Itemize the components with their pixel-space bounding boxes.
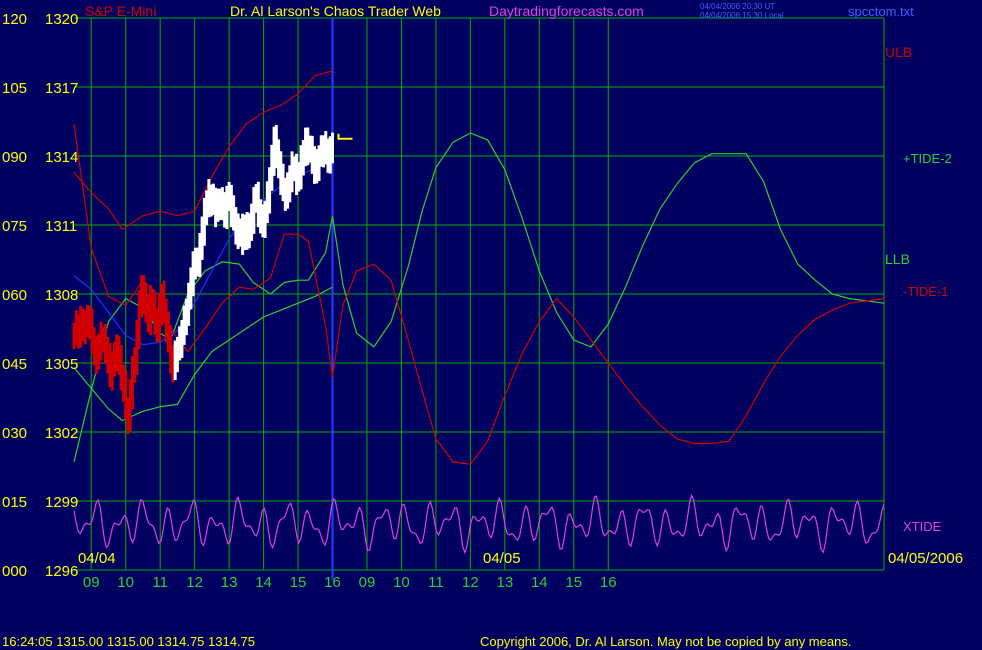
chart-title: Dr. Al Larson's Chaos Trader Web xyxy=(230,3,441,19)
date-label-middle: 04/05 xyxy=(483,550,521,567)
y-tick-index: 015 xyxy=(2,494,27,511)
y-tick-index: 105 xyxy=(2,80,27,97)
y-tick-price: 1299 xyxy=(45,494,78,511)
x-tick-label: 11 xyxy=(428,574,444,591)
y-tick-index: 000 xyxy=(2,563,27,580)
y-tick-price: 1311 xyxy=(45,218,77,235)
x-tick-label: 10 xyxy=(117,574,134,591)
y-tick-price: 1314 xyxy=(45,149,78,166)
x-tick-label: 09 xyxy=(359,574,376,591)
site-link[interactable]: Daytradingforecasts.com xyxy=(489,3,644,19)
y-tick-price: 1305 xyxy=(45,356,78,373)
label-llb: LLB xyxy=(885,251,910,267)
footer-copyright: Copyright 2006, Dr. Al Larson. May not b… xyxy=(480,634,851,649)
date-label-left: 04/04 xyxy=(78,550,116,567)
y-tick-index: 090 xyxy=(2,149,27,166)
x-tick-label: 13 xyxy=(221,574,238,591)
x-tick-label: 13 xyxy=(497,574,514,591)
label-tide-2: +TIDE-2 xyxy=(903,151,952,166)
timestamp-ut: 04/04/2006 20:30 UT xyxy=(700,2,775,11)
timestamp-local: 04/04/2006 15:30 Local xyxy=(700,11,784,20)
y-tick-index: 075 xyxy=(2,218,27,235)
symbol-title: S&P E-Mini xyxy=(85,3,156,19)
chart-canvas: 000 1296 015 1299 030 1302 045 1305 060 1308 075 13… xyxy=(0,0,982,650)
date-label-right: 04/05/2006 xyxy=(888,550,963,567)
y-tick-index: 030 xyxy=(2,425,27,442)
x-tick-label: 16 xyxy=(600,574,617,591)
x-tick-label: 12 xyxy=(462,574,479,591)
y-tick-price: 1296 xyxy=(45,563,78,580)
x-tick-label: 14 xyxy=(531,574,548,591)
x-tick-label: 12 xyxy=(186,574,203,591)
label-tide-1: -TIDE-1 xyxy=(903,284,949,299)
x-tick-label: 11 xyxy=(152,574,168,591)
y-tick-price: 1308 xyxy=(45,287,78,304)
y-tick-price: 1302 xyxy=(45,425,78,442)
y-tick-index: 045 xyxy=(2,356,27,373)
x-tick-label: 10 xyxy=(393,574,410,591)
x-tick-label: 16 xyxy=(324,574,341,591)
label-xtide: XTIDE xyxy=(903,519,942,534)
label-ulb: ULB xyxy=(885,44,912,60)
y-tick-index: 060 xyxy=(2,287,27,304)
y-tick-price: 1320 xyxy=(45,11,78,28)
y-tick-price: 1317 xyxy=(45,80,78,97)
filename: spcctom.txt xyxy=(848,4,914,19)
x-tick-label: 14 xyxy=(255,574,272,591)
footer-quote: 16:24:05 1315.00 1315.00 1314.75 1314.75 xyxy=(2,634,255,649)
x-tick-label: 09 xyxy=(83,574,100,591)
x-tick-label: 15 xyxy=(565,574,582,591)
y-tick-index: 120 xyxy=(2,11,27,28)
x-tick-label: 15 xyxy=(290,574,307,591)
